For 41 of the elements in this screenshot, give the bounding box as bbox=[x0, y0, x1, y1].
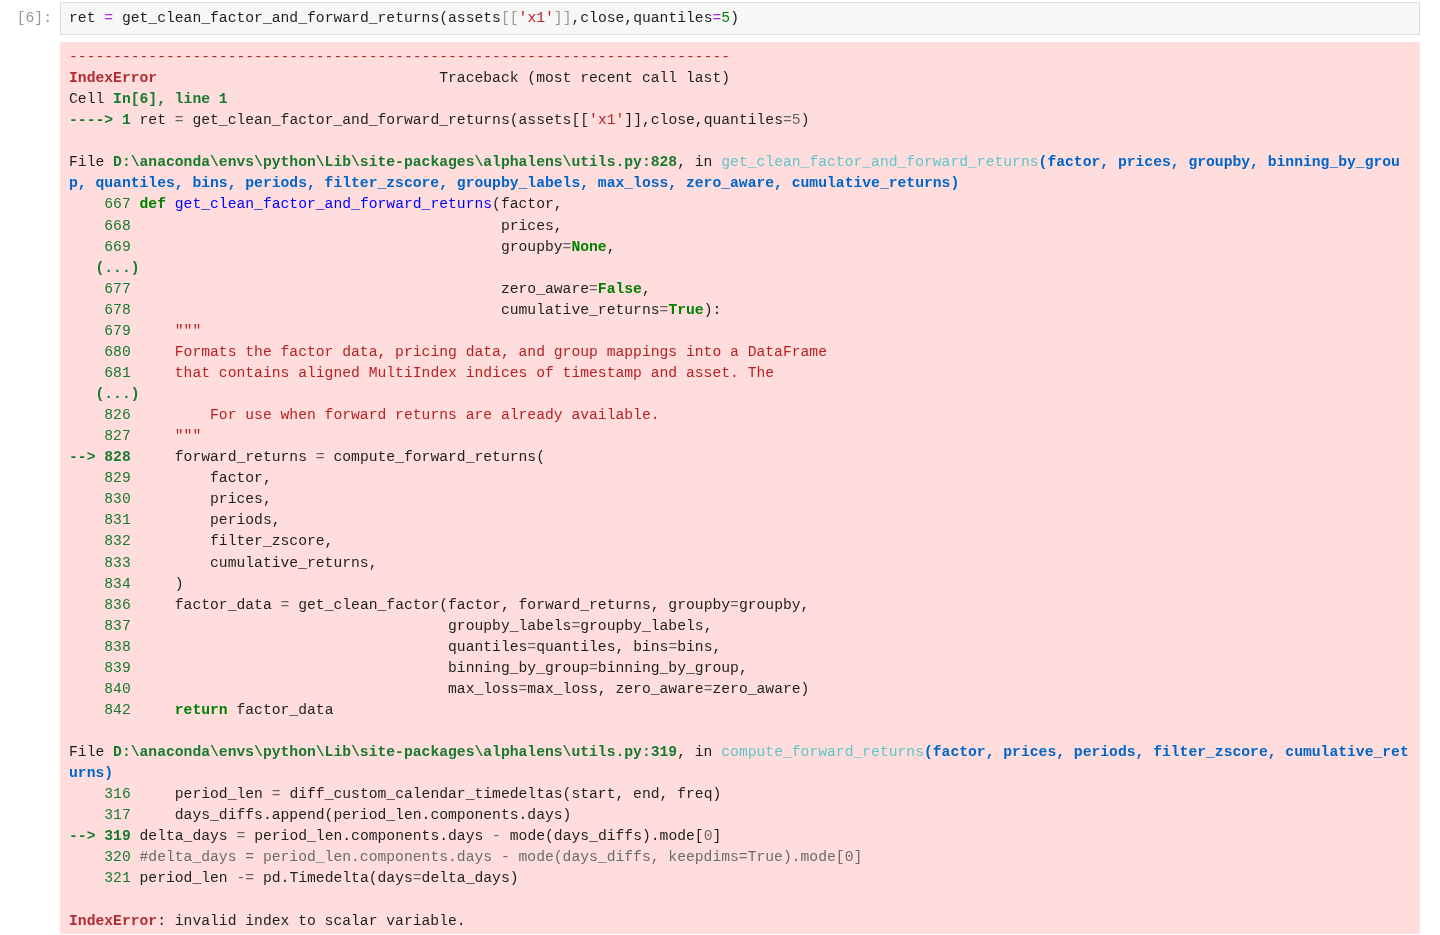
traceback-line: 667 def get_clean_factor_and_forward_returns(factor, bbox=[103, 195, 564, 215]
traceback-line: File D:\anaconda\envs\python\Lib\site-packages\alphalens\utils.py:828, in get_clean_factor_and_forward_returns(factor, prices, groupby, binning_by_grou bbox=[69, 153, 1401, 173]
traceback-line: 681 that contains aligned MultiIndex indices of timestamp and asset. The bbox=[103, 363, 776, 383]
traceback-line: 669 groupby=None, bbox=[103, 237, 617, 257]
traceback-line: 827 """ bbox=[103, 427, 203, 447]
traceback-line: 668 prices, bbox=[103, 216, 564, 236]
traceback-line: ----> 1 ret = get_clean_factor_and_forward_returns(assets[['x1']],close,quantiles=5) bbox=[69, 111, 811, 131]
traceback-line: (...) bbox=[94, 385, 141, 404]
traceback-line: 840 max_loss=max_loss, zero_aware=zero_aware) bbox=[103, 679, 811, 699]
traceback-line: Cell In[6], line 1 bbox=[69, 90, 229, 110]
traceback-line: 679 """ bbox=[103, 321, 203, 341]
traceback-line: 837 groupby_labels=groupby_labels, bbox=[103, 616, 714, 636]
traceback-line: 834 ) bbox=[103, 574, 185, 594]
traceback-line: File D:\anaconda\envs\python\Lib\site-packages\alphalens\utils.py:319, in compute_forward_returns(factor, prices, periods, filter_zscore, cumulative_ret bbox=[69, 743, 1410, 763]
traceback-line: --> 828 forward_returns = compute_forward_returns( bbox=[69, 448, 546, 468]
traceback-line: (...) bbox=[94, 258, 141, 278]
traceback-line: 833 cumulative_returns, bbox=[103, 553, 379, 573]
traceback-line: 321 period_len -= pd.Timedelta(days=delta_days) bbox=[103, 869, 520, 889]
traceback-line: 316 period_len = diff_custom_calendar_timedeltas(start, end, freq) bbox=[103, 785, 723, 805]
traceback-line: 830 prices, bbox=[103, 490, 273, 510]
traceback-line: 826 For use when forward returns are already available. bbox=[103, 406, 661, 426]
execution-prompt: [6]: bbox=[15, 9, 53, 28]
traceback-line: --> 319 delta_days = period_len.components.days - mode(days_diffs).mode[0] bbox=[69, 827, 723, 847]
traceback-line: 829 factor, bbox=[103, 469, 273, 489]
traceback-line: 836 factor_data = get_clean_factor(factor, forward_returns, groupby=groupby, bbox=[103, 595, 811, 615]
traceback-line: --------------------------------------------------------------------------- bbox=[69, 48, 732, 67]
traceback-line: 831 periods, bbox=[103, 511, 282, 531]
traceback-line: 677 zero_aware=False, bbox=[103, 279, 652, 299]
traceback-line: 839 binning_by_group=binning_by_group, bbox=[103, 658, 749, 678]
traceback-line: 317 days_diffs.append(period_len.components.days) bbox=[103, 806, 573, 826]
traceback-line: 320 #delta_days = period_len.components.days - mode(days_diffs, keepdims=True).mode[0] bbox=[103, 848, 864, 868]
traceback-line: 832 filter_zscore, bbox=[103, 532, 335, 552]
traceback-line: 680 Formats the factor data, pricing data, and group mappings into a DataFrame bbox=[103, 342, 828, 362]
traceback-line: urns) bbox=[69, 764, 115, 784]
traceback-line: 842 return factor_data bbox=[103, 700, 335, 720]
traceback-line: p, quantiles, bins, periods, filter_zscore, groupby_labels, max_loss, zero_aware, cumulative_returns) bbox=[69, 174, 961, 194]
code-input[interactable]: ret = get_clean_factor_and_forward_returns(assets[['x1']],close,quantiles=5) bbox=[60, 2, 1420, 35]
traceback-line: 838 quantiles=quantiles, bins=bins, bbox=[103, 637, 723, 657]
traceback-line: 678 cumulative_returns=True): bbox=[103, 300, 723, 320]
traceback-line: IndexError Traceback (most recent call last) bbox=[69, 69, 732, 89]
traceback-line: IndexError: invalid index to scalar variable. bbox=[69, 911, 467, 931]
